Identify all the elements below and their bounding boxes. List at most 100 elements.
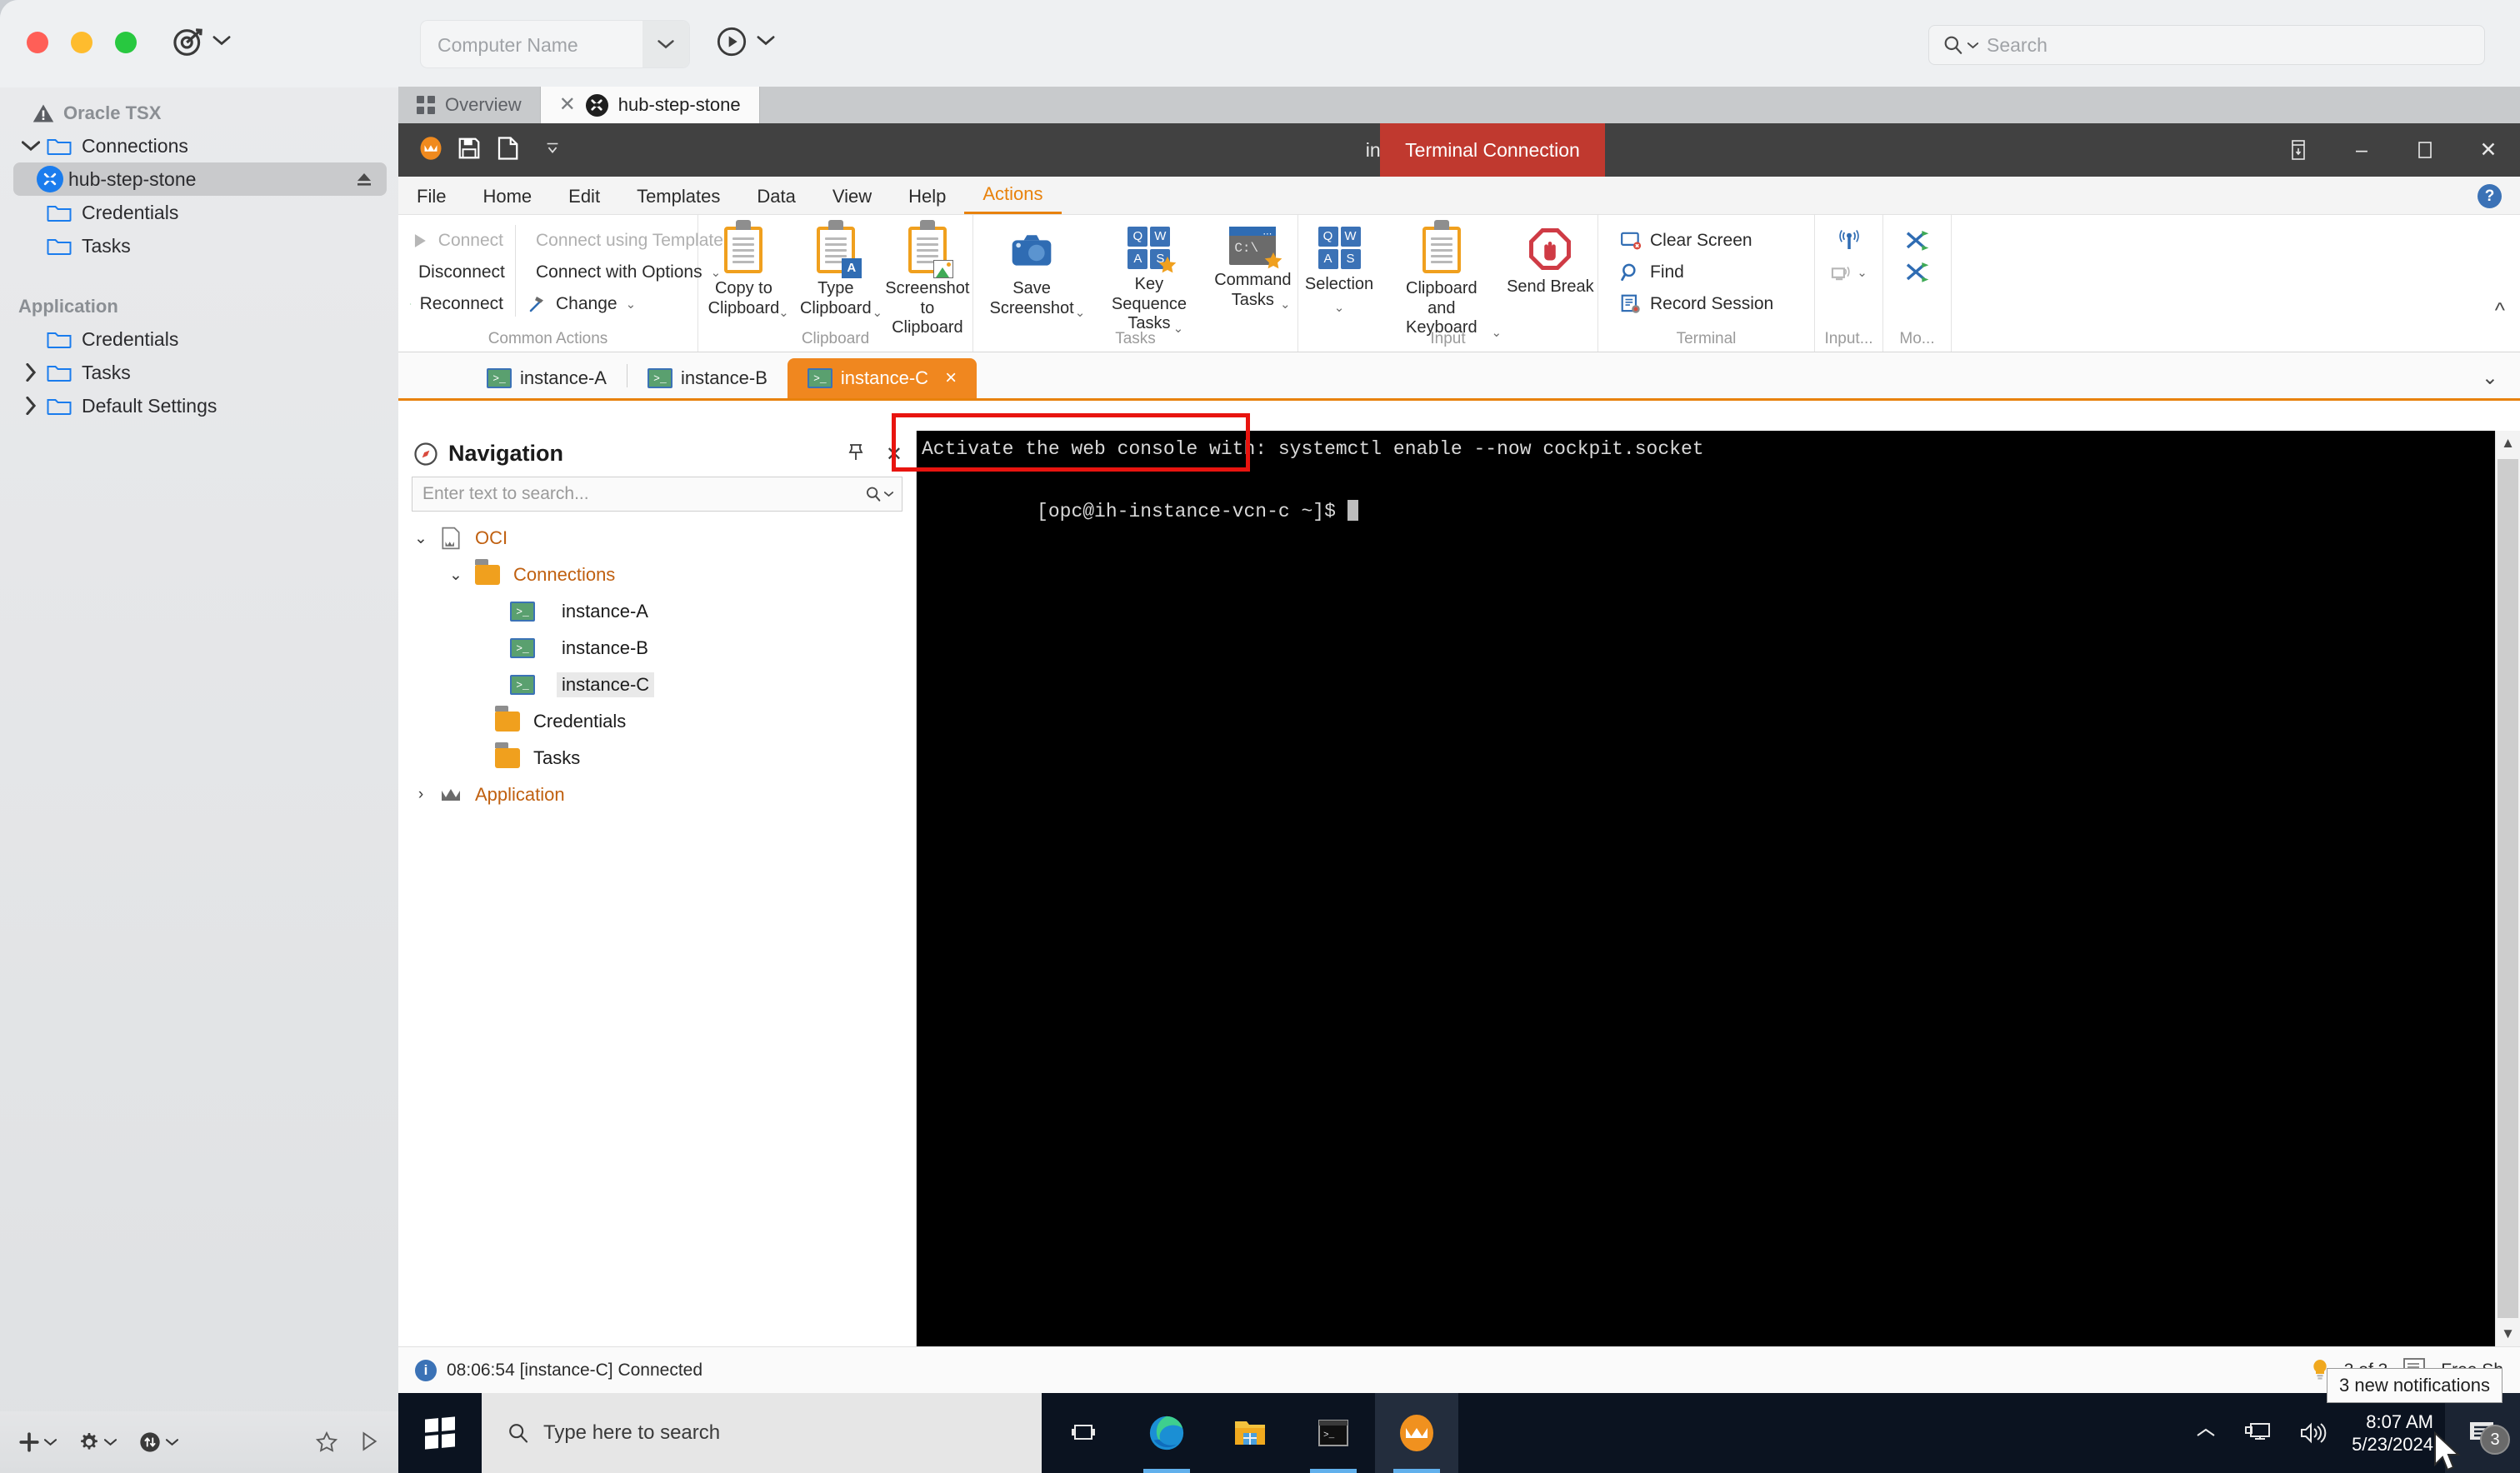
menu-item-file[interactable]: File bbox=[398, 186, 464, 214]
file-explorer-button[interactable] bbox=[1208, 1393, 1292, 1473]
window-traffic-lights[interactable] bbox=[27, 32, 137, 53]
sidebar-item-app-tasks[interactable]: Tasks bbox=[0, 356, 398, 389]
sidebar-item-credentials[interactable]: Credentials bbox=[0, 196, 398, 229]
close-icon[interactable]: × bbox=[945, 367, 957, 390]
royal-ts-taskbar-button[interactable] bbox=[1375, 1393, 1458, 1473]
change-button[interactable]: Change ⌄ bbox=[516, 288, 696, 320]
volume-button[interactable] bbox=[2285, 1421, 2340, 1446]
menu-item-help[interactable]: Help bbox=[890, 186, 964, 214]
computer-name-dropdown-button[interactable] bbox=[642, 21, 689, 67]
chevron-right-icon[interactable]: › bbox=[410, 786, 432, 804]
chevron-down-icon[interactable] bbox=[22, 137, 40, 155]
tree-item-oci[interactable]: ⌄ OCI bbox=[405, 520, 916, 557]
save-screenshot-button[interactable]: Save Screenshot ⌄ bbox=[973, 222, 1090, 321]
context-tab-terminal-connection[interactable]: Terminal Connection bbox=[1380, 123, 1605, 177]
terminal-button[interactable]: >_ bbox=[1292, 1393, 1375, 1473]
sidebar-item-hub-step-stone[interactable]: hub-step-stone bbox=[13, 162, 387, 196]
chevron-right-icon[interactable] bbox=[22, 397, 40, 415]
scrollbar-thumb[interactable] bbox=[2498, 459, 2518, 1318]
collapse-ribbon-button[interactable]: ^ bbox=[2495, 297, 2505, 323]
connect-button[interactable]: Connect bbox=[398, 225, 515, 257]
close-window-button[interactable] bbox=[27, 32, 48, 53]
run-button[interactable] bbox=[715, 25, 748, 58]
help-button[interactable]: ? bbox=[2478, 184, 2502, 208]
copy-to-clipboard-button[interactable]: Copy to Clipboard ⌄ bbox=[698, 222, 789, 321]
connect-using-template-button[interactable]: Connect using Template ⌄ bbox=[516, 225, 742, 257]
shuffle-button-2[interactable] bbox=[1892, 257, 1942, 288]
settings-button[interactable] bbox=[78, 1431, 117, 1453]
close-icon[interactable]: ✕ bbox=[559, 95, 576, 115]
broadcast-button[interactable] bbox=[1825, 225, 1873, 257]
menu-item-data[interactable]: Data bbox=[738, 186, 813, 214]
chevron-down-icon[interactable]: ⌄ bbox=[445, 566, 467, 585]
tree-item-instance-c[interactable]: >_ instance-C bbox=[405, 667, 916, 703]
tree-item-tasks[interactable]: Tasks bbox=[405, 740, 916, 776]
session-tab-instance-b[interactable]: >_ instance-B bbox=[628, 358, 788, 398]
edge-button[interactable] bbox=[1125, 1393, 1208, 1473]
maximize-icon[interactable] bbox=[2393, 123, 2457, 177]
mac-search-field[interactable]: Search bbox=[1928, 25, 2485, 65]
minimize-icon[interactable]: – bbox=[2330, 123, 2393, 177]
target-icon[interactable] bbox=[171, 25, 206, 60]
chevron-down-icon[interactable]: ⌄ bbox=[410, 529, 432, 548]
close-icon[interactable]: ✕ bbox=[2457, 123, 2520, 177]
tree-item-instance-b[interactable]: >_ instance-B bbox=[405, 630, 916, 667]
transfer-button[interactable] bbox=[138, 1431, 178, 1454]
task-view-button[interactable] bbox=[1042, 1393, 1125, 1473]
connect-with-options-button[interactable]: Connect with Options ⌄ bbox=[516, 257, 721, 288]
disconnect-button[interactable]: Disconnect bbox=[398, 257, 515, 288]
find-button[interactable]: Find bbox=[1608, 257, 1814, 288]
royal-ts-logo-icon[interactable] bbox=[418, 136, 443, 165]
tab-overview[interactable]: Overview bbox=[398, 87, 541, 123]
key-sequence-tasks-button[interactable]: QWAS Key Sequence Tasks ⌄ bbox=[1090, 222, 1208, 336]
send-break-button[interactable]: Send Break bbox=[1503, 222, 1598, 297]
windows-search-box[interactable]: Type here to search bbox=[482, 1393, 1042, 1473]
sidebar-item-connections[interactable]: Connections bbox=[0, 129, 398, 162]
sidebar-item-app-credentials[interactable]: Credentials bbox=[0, 322, 398, 356]
session-tab-instance-c[interactable]: >_ instance-C × bbox=[787, 358, 978, 398]
screenshot-to-clipboard-button[interactable]: Screenshot to Clipboard bbox=[882, 222, 972, 338]
run-options-chevron-icon[interactable] bbox=[757, 35, 775, 46]
clear-screen-button[interactable]: Clear Screen bbox=[1608, 225, 1814, 257]
chevron-down-icon[interactable] bbox=[884, 491, 893, 497]
network-button[interactable] bbox=[2230, 1421, 2285, 1446]
chevron-right-icon[interactable] bbox=[22, 363, 40, 382]
reconnect-button[interactable]: Reconnect bbox=[398, 288, 515, 320]
auto-hide-pin-icon[interactable] bbox=[846, 442, 866, 468]
windows-start-button[interactable] bbox=[398, 1393, 482, 1473]
navigation-search-input[interactable]: Enter text to search... bbox=[412, 477, 902, 512]
shuffle-button-1[interactable] bbox=[1892, 225, 1942, 257]
tree-item-application[interactable]: › Application bbox=[405, 776, 916, 813]
fullscreen-window-button[interactable] bbox=[115, 32, 137, 53]
tree-item-instance-a[interactable]: >_ instance-A bbox=[405, 593, 916, 630]
scroll-up-button[interactable]: ▲ bbox=[2496, 431, 2520, 456]
minimize-window-button[interactable] bbox=[71, 32, 92, 53]
record-session-button[interactable]: Record Session bbox=[1608, 288, 1814, 320]
tab-hub-step-stone[interactable]: ✕ hub-step-stone bbox=[540, 87, 760, 123]
chevron-down-icon[interactable] bbox=[212, 35, 231, 46]
selection-button[interactable]: QWAS Selection ⌄ bbox=[1298, 222, 1380, 315]
type-clipboard-button[interactable]: A Type Clipboard ⌄ bbox=[789, 222, 882, 321]
menu-item-actions[interactable]: Actions bbox=[964, 183, 1062, 214]
taskbar-clock[interactable]: 8:07 AM 5/23/2024 bbox=[2340, 1411, 2445, 1456]
play-icon[interactable] bbox=[358, 1431, 380, 1452]
menu-item-templates[interactable]: Templates bbox=[618, 186, 738, 214]
eject-icon[interactable] bbox=[355, 171, 373, 189]
sidebar-item-default-settings[interactable]: Default Settings bbox=[0, 389, 398, 422]
menu-item-view[interactable]: View bbox=[814, 186, 890, 214]
close-panel-icon[interactable]: ✕ bbox=[886, 442, 902, 468]
broadcast-screen-button[interactable]: ⌄ bbox=[1818, 257, 1879, 288]
tree-item-connections[interactable]: ⌄ Connections bbox=[405, 557, 916, 593]
restore-down-icon[interactable] bbox=[2267, 123, 2330, 177]
new-document-icon[interactable] bbox=[495, 136, 520, 165]
save-icon[interactable] bbox=[457, 136, 482, 165]
search-icon[interactable] bbox=[864, 485, 882, 503]
scroll-down-button[interactable]: ▼ bbox=[2496, 1321, 2520, 1346]
star-icon[interactable] bbox=[315, 1431, 338, 1454]
clipboard-and-keyboard-button[interactable]: Clipboard and Keyboard ⌄ bbox=[1380, 222, 1503, 340]
computer-name-combobox[interactable]: Computer Name bbox=[420, 20, 690, 68]
menu-item-edit[interactable]: Edit bbox=[550, 186, 618, 214]
terminal-output[interactable]: Activate the web console with: systemctl… bbox=[917, 431, 2520, 1346]
customize-qat-icon[interactable] bbox=[543, 139, 562, 162]
sidebar-item-tasks[interactable]: Tasks bbox=[0, 229, 398, 262]
